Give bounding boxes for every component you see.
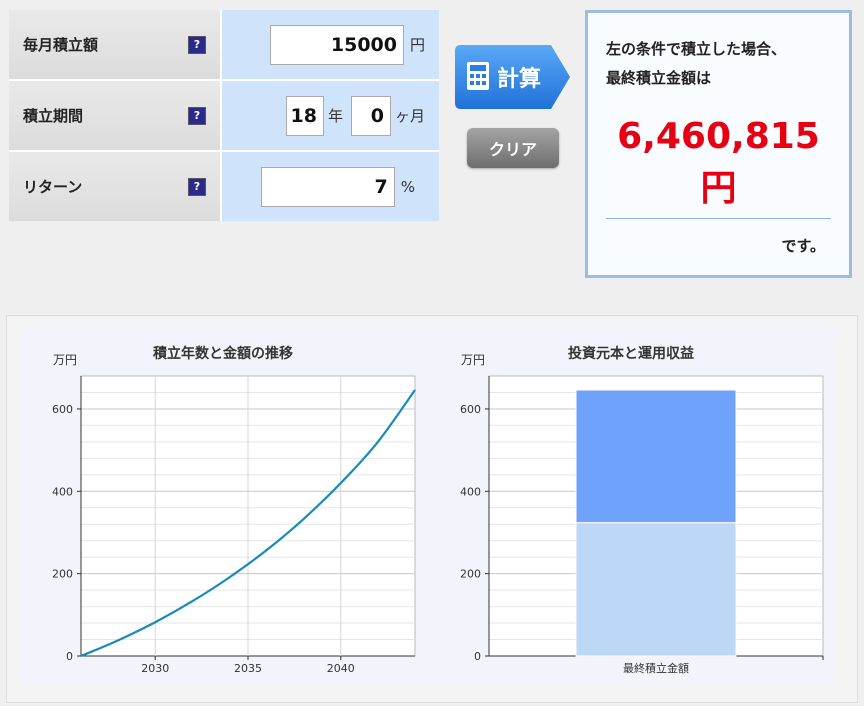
- earnings-bar-segment: [575, 389, 737, 524]
- result-description-line1: 左の条件で積立した場合、: [606, 40, 787, 58]
- result-amount-unit: 円: [700, 168, 737, 209]
- percent-unit: %: [400, 177, 415, 196]
- help-icon[interactable]: ?: [188, 35, 206, 54]
- monthly-amount-label: 毎月積立額: [23, 36, 99, 54]
- help-icon[interactable]: ?: [188, 106, 206, 125]
- return-row: リターン ? %: [9, 152, 439, 221]
- y-tick-label: 200: [52, 568, 73, 581]
- period-years-input[interactable]: [285, 95, 324, 136]
- monthly-amount-row: 毎月積立額 ? 円: [9, 10, 439, 81]
- x-category-label: 最終積立金額: [623, 661, 689, 675]
- breakdown-bar-chart: 投資元本と運用収益 万円 0 200 400 600 最終積立金額: [460, 345, 824, 675]
- charts-panel: 積立年数と金額の推移 万円 0 200 400 600 2030 2035 2040 投資元本と…: [6, 315, 858, 703]
- bar-chart-card: 投資元本と運用収益 万円 0 200 400 600 最終積立金額: [427, 326, 835, 686]
- y-axis-unit-label: 万円: [53, 353, 77, 367]
- calculator-icon: [467, 62, 489, 90]
- savings-form: 毎月積立額 ? 円 積立期間 ? 年 ヶ月 リターン ? %: [9, 10, 439, 221]
- return-label: リターン: [23, 178, 83, 196]
- x-tick-label: 2030: [141, 662, 169, 675]
- help-icon[interactable]: ?: [188, 177, 206, 196]
- result-description-line2: 最終積立金額は: [606, 69, 712, 87]
- result-amount: 6,460,815: [617, 116, 820, 157]
- y-axis-unit-label: 万円: [461, 353, 485, 367]
- x-tick-label: 2035: [234, 662, 262, 675]
- return-rate-input[interactable]: [260, 166, 395, 207]
- chart-title: 投資元本と運用収益: [568, 345, 694, 362]
- period-label: 積立期間: [23, 107, 84, 125]
- yen-unit: 円: [409, 36, 425, 54]
- result-divider: [606, 218, 831, 219]
- growth-line-chart: 積立年数と金額の推移 万円 0 200 400 600 2030 2035 2040: [52, 345, 416, 675]
- years-unit: 年: [327, 107, 343, 125]
- monthly-amount-input[interactable]: [269, 24, 404, 65]
- line-chart-card: 積立年数と金額の推移 万円 0 200 400 600 2030 2035 2040: [19, 326, 427, 686]
- chart-title: 積立年数と金額の推移: [152, 345, 293, 362]
- period-row: 積立期間 ? 年 ヶ月: [9, 81, 439, 152]
- calculate-button[interactable]: 計算: [455, 45, 570, 109]
- clear-button[interactable]: クリア: [467, 128, 559, 168]
- period-months-input[interactable]: [350, 95, 391, 136]
- y-tick-label: 0: [66, 650, 73, 663]
- y-tick-label: 400: [460, 485, 481, 498]
- principal-bar-segment: [575, 522, 737, 657]
- y-tick-label: 400: [52, 485, 73, 498]
- calculate-label: 計算: [497, 66, 541, 92]
- x-tick-label: 2040: [327, 662, 355, 675]
- y-tick-label: 200: [460, 568, 481, 581]
- result-panel: 左の条件で積立した場合、 最終積立金額は 6,460,815 円 です。: [585, 10, 852, 278]
- y-tick-label: 600: [52, 403, 73, 416]
- months-unit: ヶ月: [394, 107, 425, 125]
- y-tick-label: 0: [474, 650, 481, 663]
- result-suffix: です。: [781, 237, 825, 255]
- y-tick-label: 600: [460, 403, 481, 416]
